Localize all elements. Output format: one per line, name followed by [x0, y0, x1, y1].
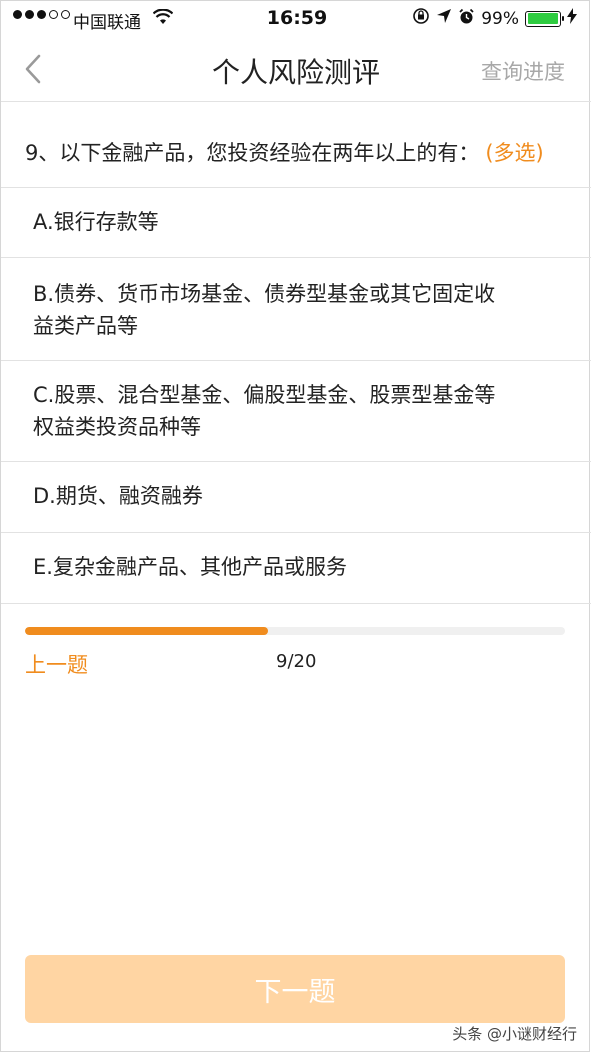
next-question-button[interactable]: 下一题: [25, 955, 565, 1023]
battery-icon: [525, 10, 564, 27]
question-counter: 9/20: [276, 651, 317, 672]
alarm-icon: [458, 8, 475, 30]
option-label: B.债券、货币市场基金、债券型基金或其它固定收: [33, 282, 496, 306]
option-d[interactable]: D.期货、融资融券: [1, 480, 591, 512]
progress-bar-fill: [25, 627, 268, 635]
previous-question-button[interactable]: 上一题: [25, 649, 88, 679]
question-label: 9、以下金融产品，您投资经验在两年以上的有：: [25, 141, 480, 165]
screen-frame: 中国联通 16:59 99% 个人风险测评 查询进度 9、以下金融产品，您投资经…: [0, 0, 591, 1052]
orientation-lock-icon: [412, 7, 430, 30]
check-progress-link[interactable]: 查询进度: [481, 56, 565, 86]
option-label-continued: 益类产品等: [33, 314, 138, 338]
option-a[interactable]: A.银行存款等: [1, 206, 591, 238]
divider: [1, 360, 591, 361]
location-icon: [436, 8, 452, 29]
divider: [1, 532, 591, 533]
divider: [1, 603, 591, 604]
option-label: D.期货、融资融券: [33, 484, 203, 508]
charging-icon: [567, 8, 577, 29]
divider: [1, 461, 591, 462]
navigation-bar: 个人风险测评 查询进度: [1, 37, 591, 102]
multi-select-tag: (多选): [485, 141, 544, 165]
option-label: C.股票、混合型基金、偏股型基金、股票型基金等: [33, 383, 496, 407]
divider: [1, 187, 591, 188]
option-b[interactable]: B.债券、货币市场基金、债券型基金或其它固定收 益类产品等: [1, 278, 591, 342]
option-e[interactable]: E.复杂金融产品、其他产品或服务: [1, 551, 591, 583]
option-label-continued: 权益类投资品种等: [33, 415, 201, 439]
battery-percent: 99%: [481, 8, 519, 29]
question-text: 9、以下金融产品，您投资经验在两年以上的有： (多选): [25, 137, 544, 167]
progress-bar: [25, 627, 565, 635]
option-label: E.复杂金融产品、其他产品或服务: [33, 555, 347, 579]
option-label: A.银行存款等: [33, 210, 159, 234]
divider: [1, 257, 591, 258]
watermark: 头条 @小谜财经行: [452, 1025, 577, 1043]
option-c[interactable]: C.股票、混合型基金、偏股型基金、股票型基金等 权益类投资品种等: [1, 379, 591, 443]
status-bar: 中国联通 16:59 99%: [1, 1, 591, 37]
